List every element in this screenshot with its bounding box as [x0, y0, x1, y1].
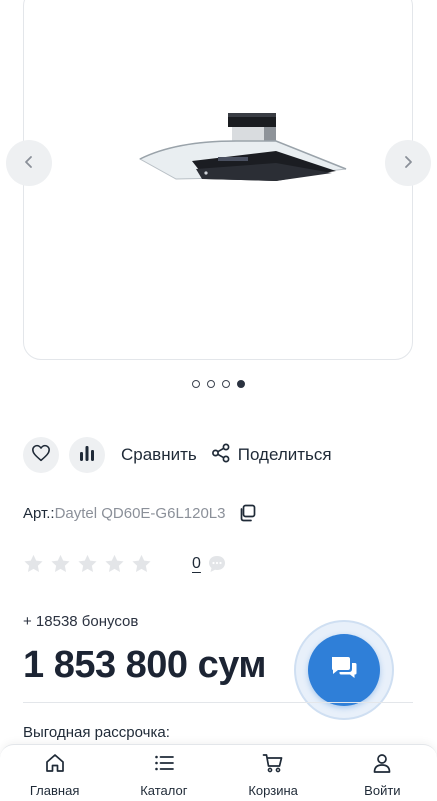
catalog-icon: [153, 752, 175, 779]
gallery-prev-button[interactable]: [6, 140, 52, 186]
pagination-dot[interactable]: [207, 380, 215, 388]
bonus-text: + 18538 бонусов: [23, 613, 139, 630]
nav-item-login[interactable]: Войти: [334, 745, 430, 798]
article-label: Арт.:: [23, 504, 55, 522]
compare-button[interactable]: Сравнить: [121, 445, 197, 465]
nav-item-home[interactable]: Главная: [7, 745, 103, 798]
share-label: Поделиться: [237, 445, 332, 464]
article-number: Арт.: Daytel QD60E-G6L120L3: [23, 504, 256, 522]
rating-row: 0: [23, 554, 227, 574]
product-actions: Сравнить Поделиться: [23, 436, 332, 474]
pagination-dot[interactable]: [222, 380, 230, 388]
gallery-next-button[interactable]: [385, 140, 431, 186]
star-icon: [77, 554, 98, 574]
user-icon: [371, 752, 393, 779]
pagination-dot[interactable]: [237, 380, 245, 388]
nav-label: Корзина: [248, 783, 298, 798]
star-rating[interactable]: [23, 554, 158, 574]
product-image[interactable]: [136, 107, 348, 198]
bottom-navigation: Главная Каталог Корзина Войти: [0, 744, 437, 801]
cart-icon: [262, 752, 284, 779]
gallery-pagination: [0, 380, 437, 388]
divider: [23, 702, 413, 703]
star-icon: [23, 554, 44, 574]
heart-icon: [31, 444, 51, 467]
bar-chart-icon: [78, 444, 96, 467]
nav-label: Главная: [29, 783, 80, 798]
share-button[interactable]: Поделиться: [211, 443, 332, 468]
nav-item-cart[interactable]: Корзина: [225, 745, 321, 798]
star-icon: [131, 554, 152, 574]
review-count-link[interactable]: 0: [192, 555, 201, 573]
chat-icon: [329, 654, 359, 687]
comment-icon: [207, 554, 227, 574]
chevron-right-icon: [401, 152, 415, 175]
compare-icon-button[interactable]: [69, 437, 105, 473]
chat-button[interactable]: [294, 620, 394, 720]
share-icon: [211, 443, 238, 468]
chat-button-core: [308, 634, 380, 706]
home-icon: [44, 752, 66, 779]
nav-label: Войти: [364, 783, 401, 798]
product-gallery: [23, 0, 413, 360]
nav-label: Каталог: [140, 783, 188, 798]
article-value: Daytel QD60E-G6L120L3: [54, 504, 226, 522]
nav-item-catalog[interactable]: Каталог: [116, 745, 212, 798]
star-icon: [104, 554, 125, 574]
installment-label: Выгодная рассрочка:: [23, 724, 170, 741]
star-icon: [50, 554, 71, 574]
favorite-button[interactable]: [23, 437, 59, 473]
copy-icon[interactable]: [238, 504, 256, 522]
pagination-dot[interactable]: [192, 380, 200, 388]
chevron-left-icon: [22, 152, 36, 175]
product-price: 1 853 800 сум: [23, 644, 267, 686]
